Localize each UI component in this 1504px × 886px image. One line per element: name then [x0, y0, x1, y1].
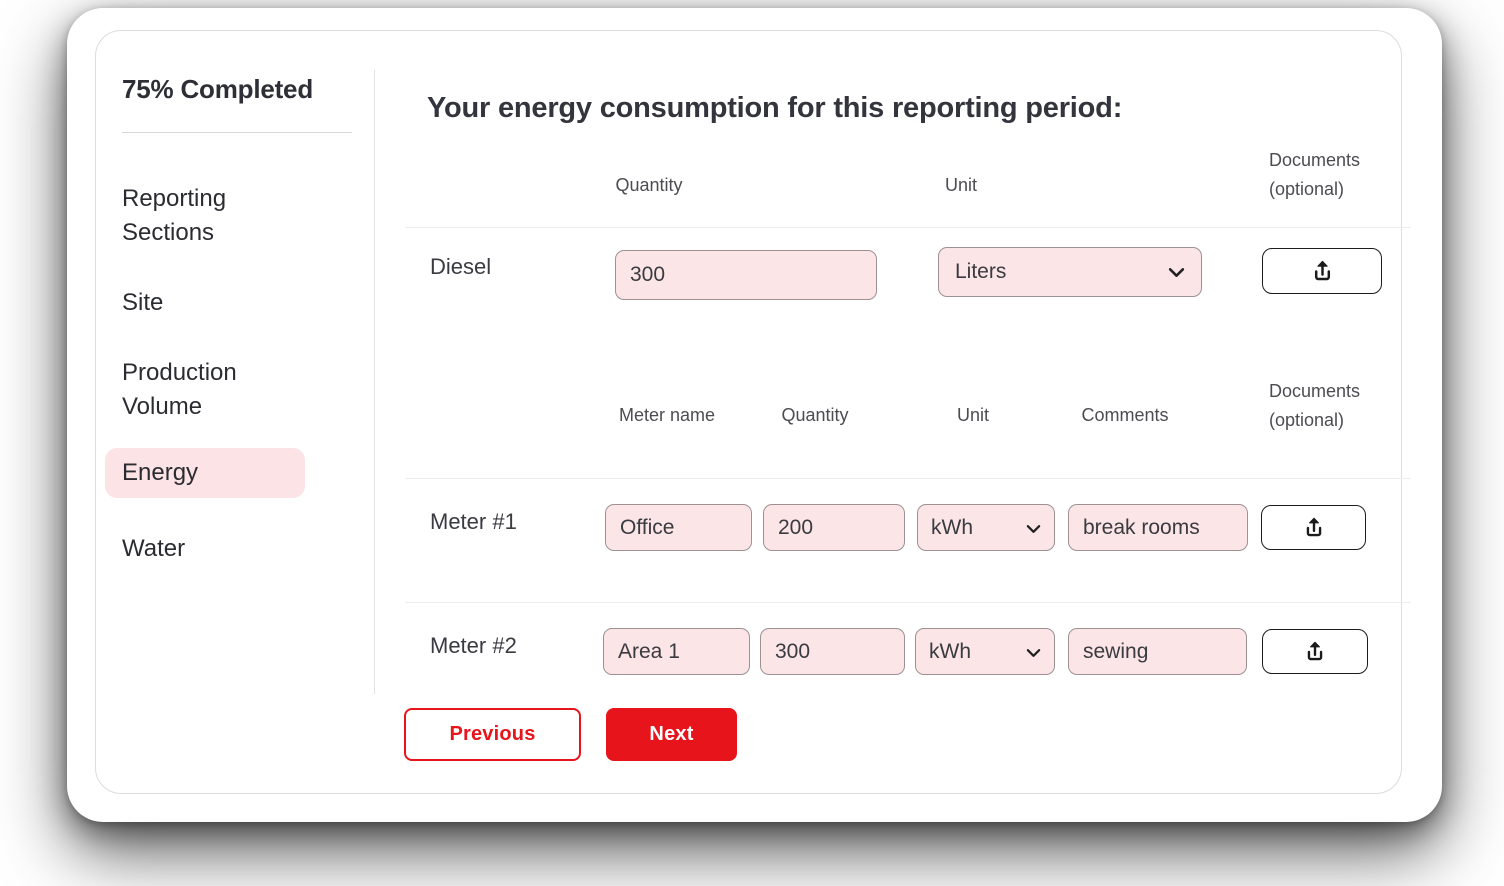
- meter1-comments-input[interactable]: [1068, 504, 1248, 551]
- previous-button[interactable]: Previous: [404, 708, 581, 761]
- meter2-name-input[interactable]: [603, 628, 750, 675]
- diesel-unit-select[interactable]: Liters: [938, 247, 1202, 297]
- sidebar-item-label: Production Volume: [122, 359, 237, 420]
- selected-unit: Liters: [955, 260, 1007, 283]
- meter-row-divider: [405, 602, 1411, 603]
- sidebar-item-reporting-sections[interactable]: Reporting Sections: [122, 182, 297, 250]
- upload-icon: [1301, 513, 1327, 542]
- meter1-upload-button[interactable]: [1261, 505, 1366, 550]
- upload-icon: [1309, 256, 1336, 286]
- sidebar-item-production-volume[interactable]: Production Volume: [122, 356, 312, 424]
- meter-col-name: Meter name: [618, 405, 716, 425]
- meter2-upload-button[interactable]: [1262, 629, 1368, 674]
- form-card: 75% Completed Reporting Sections Site Pr…: [67, 8, 1442, 822]
- sidebar-item-label: Site: [122, 289, 164, 316]
- meter-table-divider: [405, 478, 1411, 479]
- meter1-unit-select[interactable]: kWh: [917, 504, 1055, 551]
- page-title: Your energy consumption for this reporti…: [427, 92, 1123, 124]
- meter-col-unit: Unit: [956, 405, 989, 425]
- meter-row-label: Meter #2: [430, 633, 517, 658]
- selected-unit: kWh: [929, 639, 971, 663]
- meter2-quantity-input[interactable]: [760, 628, 905, 675]
- sidebar-item-label: Reporting Sections: [122, 185, 227, 246]
- sidebar-item-water[interactable]: Water: [122, 532, 185, 566]
- meter-col-quantity: Quantity: [781, 405, 849, 425]
- meter1-name-input[interactable]: [605, 504, 752, 551]
- diesel-upload-button[interactable]: [1262, 248, 1382, 294]
- fuel-table-divider: [405, 227, 1411, 228]
- progress-divider: [122, 132, 352, 133]
- next-button[interactable]: Next: [606, 708, 737, 761]
- progress-label: 75% Completed: [122, 74, 314, 104]
- meter-col-comments: Comments: [1081, 405, 1169, 425]
- sidebar-item-label: Energy: [122, 459, 199, 486]
- fuel-col-unit: Unit: [944, 175, 977, 195]
- sidebar-item-label: Water: [122, 535, 186, 562]
- fuel-row-label: Diesel: [430, 254, 492, 279]
- chevron-down-icon: [1026, 516, 1041, 540]
- sidebar-divider: [374, 70, 375, 694]
- chevron-down-icon: [1026, 640, 1041, 664]
- sidebar-item-energy[interactable]: Energy: [105, 448, 305, 498]
- fuel-col-documents: Documents (optional): [1269, 150, 1361, 199]
- sidebar-item-site[interactable]: Site: [122, 286, 163, 320]
- fuel-col-quantity: Quantity: [615, 175, 683, 195]
- meter-row-label: Meter #1: [430, 509, 517, 534]
- selected-unit: kWh: [931, 515, 973, 539]
- diesel-quantity-input[interactable]: [615, 250, 877, 300]
- meter2-comments-input[interactable]: [1068, 628, 1247, 675]
- meter1-quantity-input[interactable]: [763, 504, 905, 551]
- upload-icon: [1302, 637, 1328, 666]
- meter-col-documents: Documents (optional): [1269, 381, 1361, 430]
- meter2-unit-select[interactable]: kWh: [915, 628, 1055, 675]
- chevron-down-icon: [1168, 260, 1185, 284]
